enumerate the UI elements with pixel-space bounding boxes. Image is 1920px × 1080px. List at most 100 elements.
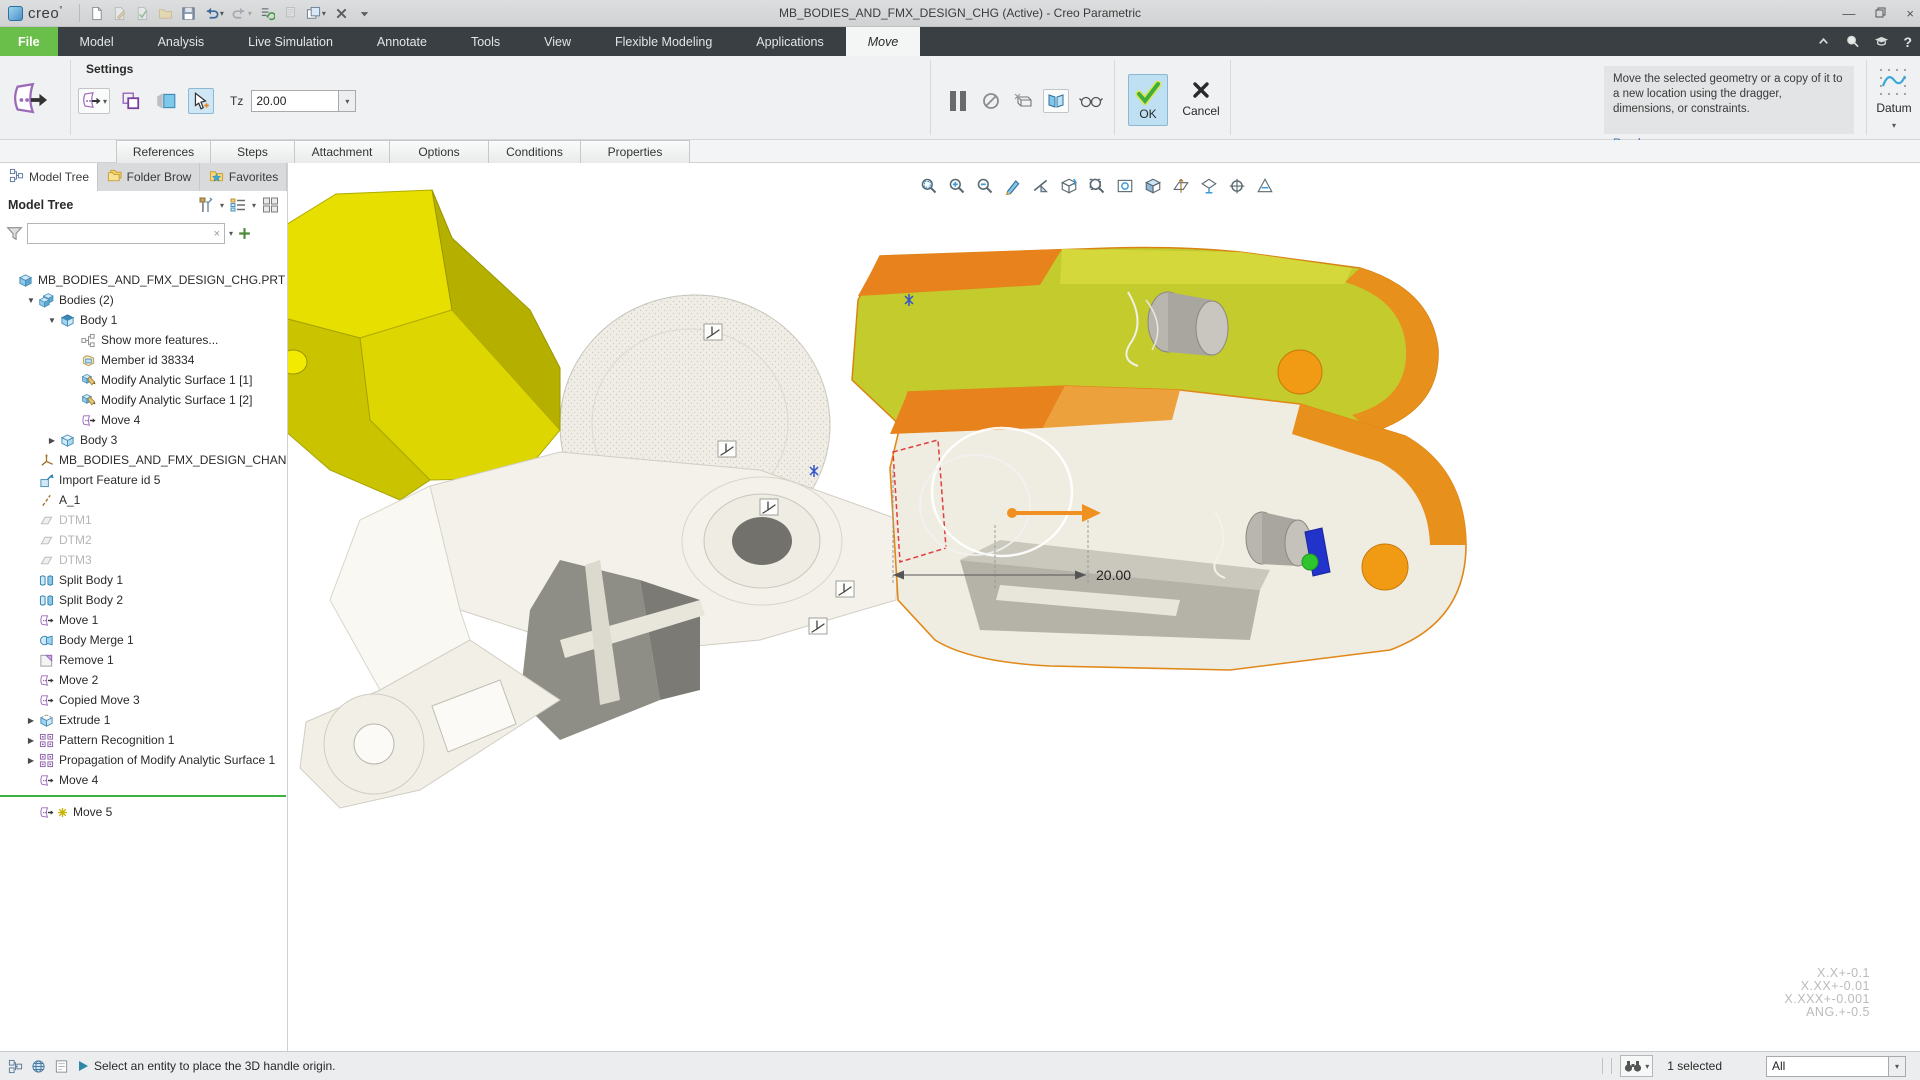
tree-item[interactable]: Move 1: [0, 610, 286, 630]
expand-right-icon[interactable]: ▶: [44, 436, 60, 445]
tree-item[interactable]: ▼ Bodies (2): [0, 290, 286, 310]
tree-item[interactable]: DTM2: [0, 530, 286, 550]
3d-glasses-button[interactable]: [1076, 90, 1106, 112]
tab-file[interactable]: File: [0, 27, 58, 56]
tree-item[interactable]: ▼ Body 1: [0, 310, 286, 330]
insert-here-indicator[interactable]: [0, 790, 286, 802]
panel-tab-attachment[interactable]: Attachment: [294, 140, 390, 163]
tree-item[interactable]: Split Body 1: [0, 570, 286, 590]
filter-icon[interactable]: [6, 225, 23, 242]
dimension-value[interactable]: 20.00: [1096, 567, 1131, 583]
panel-tab-conditions[interactable]: Conditions: [488, 140, 581, 163]
tab-analysis[interactable]: Analysis: [136, 27, 227, 56]
moved-arm-body[interactable]: [889, 385, 1467, 671]
tree-item[interactable]: Show more features...: [0, 330, 286, 350]
tree-item[interactable]: Move 2: [0, 670, 286, 690]
tree-item[interactable]: ▶ Pattern Recognition 1: [0, 730, 286, 750]
tree-tools-dropdown[interactable]: ▾: [220, 201, 224, 210]
panel-tab-properties[interactable]: Properties: [580, 140, 690, 163]
no-preview-button[interactable]: [979, 89, 1003, 113]
save-button[interactable]: [178, 4, 199, 23]
web-browser-icon[interactable]: [31, 1059, 46, 1074]
learning-connector-icon[interactable]: [1874, 34, 1889, 49]
undo-dropdown[interactable]: ▾: [220, 9, 224, 18]
tree-item[interactable]: A_1: [0, 490, 286, 510]
tree-item[interactable]: Move 5: [0, 802, 286, 822]
verify-button[interactable]: [1010, 89, 1036, 113]
expand-down-icon[interactable]: ▼: [23, 296, 39, 305]
tree-columns-icon[interactable]: [262, 197, 279, 213]
window-arrange-dropdown[interactable]: ▾: [322, 9, 326, 18]
pause-button[interactable]: [944, 86, 972, 116]
search-tool-dropdown[interactable]: ▾: [1645, 1062, 1649, 1071]
quickbar-customize-button[interactable]: [354, 4, 375, 23]
redo-dropdown[interactable]: ▾: [248, 9, 252, 18]
close-button[interactable]: ×: [1906, 7, 1914, 20]
tree-item[interactable]: ▶ Extrude 1: [0, 710, 286, 730]
minimize-button[interactable]: —: [1842, 7, 1855, 20]
datum-group[interactable]: Datum ▾: [1872, 66, 1916, 130]
cancel-button[interactable]: Cancel: [1178, 74, 1224, 122]
tree-item[interactable]: ▶ Propagation of Modify Analytic Surface …: [0, 750, 286, 770]
tab-move[interactable]: Move: [845, 27, 921, 56]
tree-item[interactable]: Move 4: [0, 410, 286, 430]
tab-tools[interactable]: Tools: [449, 27, 522, 56]
tree-item[interactable]: MB_BODIES_AND_FMX_DESIGN_CHG.PRT: [0, 270, 286, 290]
tree-item[interactable]: MB_BODIES_AND_FMX_DESIGN_CHANGE: [0, 450, 286, 470]
preview-feature-button[interactable]: [1043, 89, 1069, 113]
search-tool-button[interactable]: ▾: [1620, 1055, 1654, 1077]
navigator-tab-folder-brow[interactable]: Folder Brow: [98, 163, 200, 191]
tab-applications[interactable]: Applications: [734, 27, 845, 56]
clear-search-icon[interactable]: ×: [210, 228, 224, 240]
yellow-body[interactable]: [288, 189, 561, 501]
expand-right-icon[interactable]: ▶: [23, 736, 39, 745]
help-icon[interactable]: ?: [1903, 34, 1912, 50]
model-tree-toggle-icon[interactable]: [8, 1059, 23, 1074]
tree-item[interactable]: Modify Analytic Surface 1 [2]: [0, 390, 286, 410]
tree-item[interactable]: Body Merge 1: [0, 630, 286, 650]
ok-button[interactable]: OK: [1128, 74, 1168, 126]
message-log-icon[interactable]: [54, 1059, 69, 1074]
navigator-tab-favorites[interactable]: Favorites: [200, 163, 288, 191]
copy-geometry-button[interactable]: [118, 88, 144, 114]
navigator-tab-model-tree[interactable]: Model Tree: [0, 163, 98, 191]
undo-button[interactable]: ▾: [201, 4, 227, 23]
tab-model[interactable]: Model: [58, 27, 136, 56]
tree-item[interactable]: DTM1: [0, 510, 286, 530]
close-window-button[interactable]: [331, 4, 352, 23]
panel-tab-steps[interactable]: Steps: [210, 140, 295, 163]
tree-tools-icon[interactable]: [198, 197, 214, 213]
tree-item[interactable]: Import Feature id 5: [0, 470, 286, 490]
datum-dropdown[interactable]: ▾: [1892, 121, 1896, 130]
tz-dropdown[interactable]: ▾: [339, 90, 357, 112]
tree-item[interactable]: Modify Analytic Surface 1 [1]: [0, 370, 286, 390]
expand-right-icon[interactable]: ▶: [23, 716, 39, 725]
regenerate-button[interactable]: [257, 4, 278, 23]
green-reference-dot[interactable]: [1301, 553, 1319, 571]
expand-down-icon[interactable]: ▼: [44, 316, 60, 325]
tree-item[interactable]: Move 4: [0, 770, 286, 790]
tree-display-dropdown[interactable]: ▾: [252, 201, 256, 210]
selection-filter-dropdown[interactable]: ▾: [1888, 1056, 1905, 1076]
attach-geometry-button[interactable]: [152, 88, 180, 114]
tree-item[interactable]: Remove 1: [0, 650, 286, 670]
tab-annotate[interactable]: Annotate: [355, 27, 449, 56]
minimize-ribbon-icon[interactable]: [1816, 34, 1831, 49]
panel-tab-references[interactable]: References: [116, 140, 211, 163]
graphics-area[interactable]: 20.00 X.X+-0.1 X.XX+-0.01 X.XXX+-0.001 A…: [288, 163, 1920, 1051]
move-type-button[interactable]: ▾: [78, 88, 111, 114]
window-arrange-button[interactable]: ▾: [303, 4, 329, 23]
3d-model-canvas[interactable]: 20.00: [288, 163, 1920, 1051]
tz-value-input[interactable]: [251, 90, 340, 112]
tree-item[interactable]: Split Body 2: [0, 590, 286, 610]
tree-item[interactable]: ▶ Body 3: [0, 430, 286, 450]
move-type-dropdown[interactable]: ▾: [103, 97, 107, 106]
tree-item[interactable]: Copied Move 3: [0, 690, 286, 710]
tree-search-input[interactable]: [28, 224, 210, 243]
add-filter-icon[interactable]: [237, 226, 252, 241]
panel-tab-options[interactable]: Options: [389, 140, 489, 163]
tree-display-icon[interactable]: [230, 197, 246, 213]
tree-item[interactable]: Member id 38334: [0, 350, 286, 370]
new-file-button[interactable]: [86, 4, 107, 23]
restore-button[interactable]: [1875, 7, 1886, 20]
